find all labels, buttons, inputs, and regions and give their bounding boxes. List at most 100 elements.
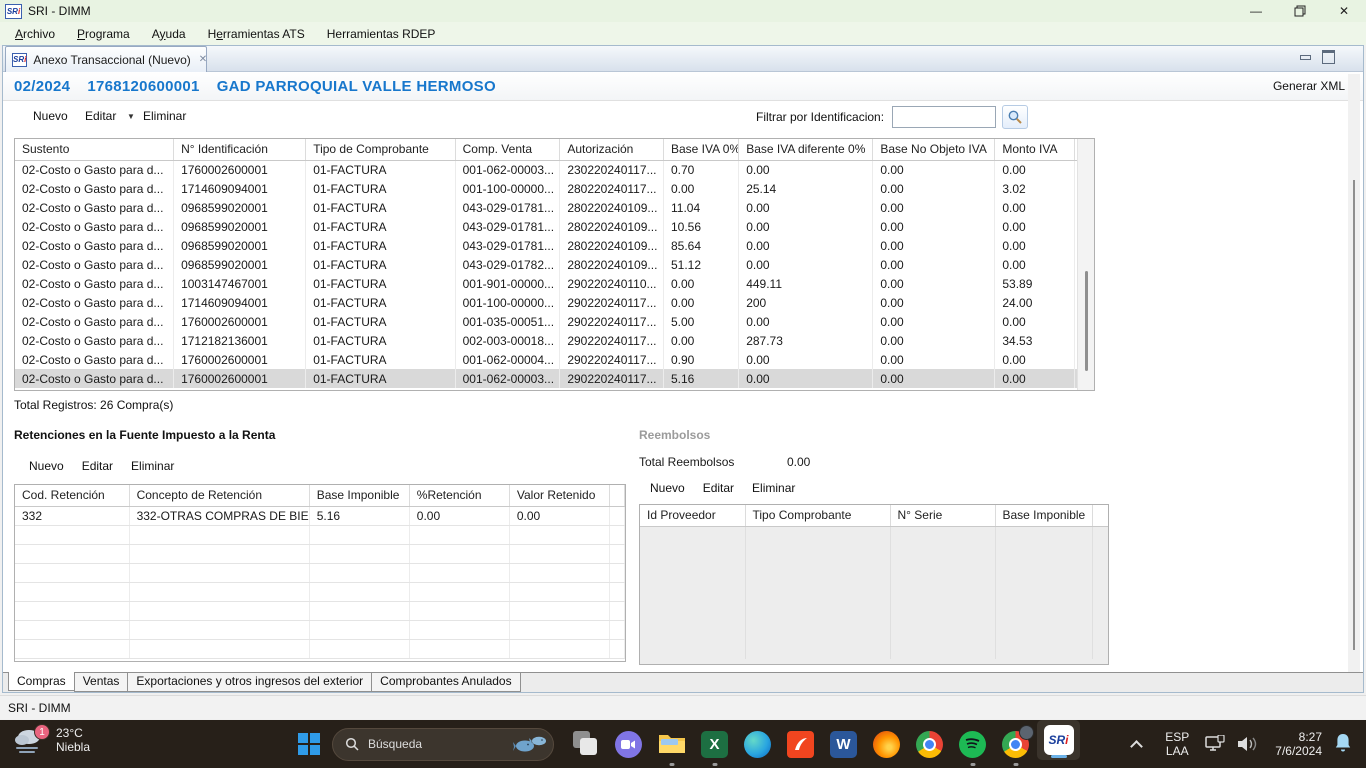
column-header[interactable]: Valor Retenido (509, 485, 609, 506)
word-icon[interactable]: W (822, 720, 865, 768)
task-view-icon[interactable] (564, 720, 607, 768)
spotify-icon[interactable] (951, 720, 994, 768)
column-header[interactable] (609, 485, 624, 506)
scrollbar-thumb[interactable] (1085, 271, 1088, 371)
table-row[interactable]: 02-Costo o Gasto para d...09685990200010… (15, 236, 1094, 255)
column-header[interactable]: N° Identificación (174, 139, 306, 160)
chrome-profile-icon[interactable] (994, 720, 1037, 768)
table-row[interactable]: 02-Costo o Gasto para d...17600026000010… (15, 369, 1094, 388)
menu-archivo[interactable]: Archivo (4, 24, 66, 44)
column-header[interactable] (1092, 505, 1108, 526)
view-minimize-icon[interactable] (1299, 50, 1312, 62)
tab-close-icon[interactable]: ✕ (199, 54, 207, 65)
column-header[interactable]: Id Proveedor (640, 505, 745, 526)
filter-search-button[interactable] (1002, 105, 1028, 129)
reembolsos-eliminar-button[interactable]: Eliminar (752, 481, 795, 495)
column-header[interactable]: Tipo Comprobante (745, 505, 890, 526)
column-header[interactable]: Monto IVA (995, 139, 1074, 160)
meet-icon[interactable] (607, 720, 650, 768)
table-row[interactable]: 02-Costo o Gasto para d...17600026000010… (15, 312, 1094, 331)
firefox-icon[interactable] (865, 720, 908, 768)
table-row[interactable]: 02-Costo o Gasto para d...09685990200010… (15, 217, 1094, 236)
notification-badge: 1 (34, 724, 50, 740)
tab-compras[interactable]: Compras (8, 672, 75, 691)
minimize-button[interactable]: — (1234, 0, 1278, 22)
purchases-table-scrollbar[interactable] (1077, 139, 1094, 390)
period-label: 02/2024 (14, 78, 70, 95)
purchases-toolbar: Nuevo Editar ▼ Eliminar Filtrar por Iden… (3, 101, 1363, 135)
restore-icon (1294, 5, 1306, 17)
view-maximize-icon[interactable] (1322, 50, 1335, 62)
running-indicator (712, 763, 717, 766)
table-row[interactable]: 02-Costo o Gasto para d...10031474670010… (15, 274, 1094, 293)
tab-exportaciones[interactable]: Exportaciones y otros ingresos del exter… (127, 673, 372, 692)
sri-dimm-icon[interactable]: SRi (1037, 720, 1080, 760)
filter-label: Filtrar por Identificacion: (756, 110, 884, 124)
empty-row (640, 545, 1108, 564)
file-explorer-icon[interactable] (650, 720, 693, 768)
retenciones-nuevo-button[interactable]: Nuevo (29, 459, 64, 473)
table-row[interactable]: 02-Costo o Gasto para d...17600026000010… (15, 350, 1094, 369)
tab-anexo-transaccional[interactable]: SRi Anexo Transaccional (Nuevo) ✕ (5, 46, 207, 72)
menu-ayuda[interactable]: Ayuda (141, 24, 197, 44)
column-header[interactable]: Cod. Retención (15, 485, 129, 506)
nuevo-button[interactable]: Nuevo (33, 109, 68, 123)
column-header[interactable]: Comp. Venta (455, 139, 560, 160)
retenciones-eliminar-button[interactable]: Eliminar (131, 459, 174, 473)
column-header[interactable]: N° Serie (890, 505, 995, 526)
menu-herramientas-rdep[interactable]: Herramientas RDEP (316, 24, 447, 44)
column-header[interactable]: %Retención (409, 485, 509, 506)
start-button[interactable] (292, 727, 326, 761)
panel-scrollbar[interactable] (1348, 74, 1360, 690)
column-header[interactable]: Base No Objeto IVA (873, 139, 995, 160)
reembolsos-editar-button[interactable]: Editar (703, 481, 734, 495)
column-header[interactable]: Base Imponible (995, 505, 1092, 526)
search-box[interactable]: Búsqueda (332, 728, 554, 761)
column-header[interactable]: Autorización (560, 139, 664, 160)
column-header[interactable]: Base Imponible (309, 485, 409, 506)
reembolsos-table-container: Id ProveedorTipo ComprobanteN° SerieBase… (639, 504, 1109, 665)
weather-widget[interactable]: 1 23°C Niebla (12, 723, 90, 757)
generar-xml-button[interactable]: Generar XML (1273, 79, 1345, 93)
column-header[interactable]: Concepto de Retención (129, 485, 309, 506)
table-row[interactable]: 02-Costo o Gasto para d...09685990200010… (15, 198, 1094, 217)
window-titlebar: SRi SRI - DIMM — ✕ (0, 0, 1366, 22)
foxit-pdf-icon[interactable] (779, 720, 822, 768)
scrollbar-thumb[interactable] (1353, 180, 1355, 650)
menu-herramientas-ats[interactable]: Herramientas ATS (197, 24, 316, 44)
column-header[interactable]: Base IVA 0% (663, 139, 738, 160)
table-row[interactable]: 332332-OTRAS COMPRAS DE BIE...5.160.000.… (15, 506, 625, 525)
eliminar-button[interactable]: Eliminar (143, 109, 186, 123)
excel-icon[interactable]: X (693, 720, 736, 768)
reembolsos-nuevo-button[interactable]: Nuevo (650, 481, 685, 495)
editar-dropdown-icon[interactable]: ▼ (127, 112, 135, 121)
restore-button[interactable] (1278, 0, 1322, 22)
notification-bell-icon[interactable] (1334, 733, 1352, 756)
table-row[interactable]: 02-Costo o Gasto para d...17600026000010… (15, 160, 1094, 179)
empty-row (15, 582, 625, 601)
reembolsos-table: Id ProveedorTipo ComprobanteN° SerieBase… (640, 505, 1109, 659)
table-row[interactable]: 02-Costo o Gasto para d...17121821360010… (15, 331, 1094, 350)
tab-comprobantes-anulados[interactable]: Comprobantes Anulados (371, 673, 520, 692)
volume-icon[interactable] (1237, 736, 1257, 752)
editar-button[interactable]: Editar (85, 109, 116, 123)
column-header[interactable]: Sustento (15, 139, 174, 160)
close-button[interactable]: ✕ (1322, 0, 1366, 22)
column-header[interactable]: Tipo de Comprobante (306, 139, 455, 160)
table-row[interactable]: 02-Costo o Gasto para d...17146090940010… (15, 293, 1094, 312)
menu-programa[interactable]: Programa (66, 24, 141, 44)
chrome-icon[interactable] (908, 720, 951, 768)
tray-expand-icon[interactable] (1130, 740, 1143, 753)
clock[interactable]: 8:27 7/6/2024 (1275, 730, 1322, 758)
retenciones-toolbar: Nuevo Editar Eliminar (29, 459, 174, 473)
table-row[interactable]: 02-Costo o Gasto para d...17146090940010… (15, 179, 1094, 198)
network-icon[interactable] (1205, 735, 1227, 753)
menu-bar: Archivo Programa Ayuda Herramientas ATS … (0, 22, 1366, 45)
language-indicator[interactable]: ESP LAA (1165, 730, 1189, 758)
column-header[interactable]: Base IVA diferente 0% (739, 139, 873, 160)
filter-input[interactable] (892, 106, 996, 128)
tab-ventas[interactable]: Ventas (74, 673, 129, 692)
edge-icon[interactable] (736, 720, 779, 768)
retenciones-editar-button[interactable]: Editar (82, 459, 113, 473)
table-row[interactable]: 02-Costo o Gasto para d...09685990200010… (15, 255, 1094, 274)
